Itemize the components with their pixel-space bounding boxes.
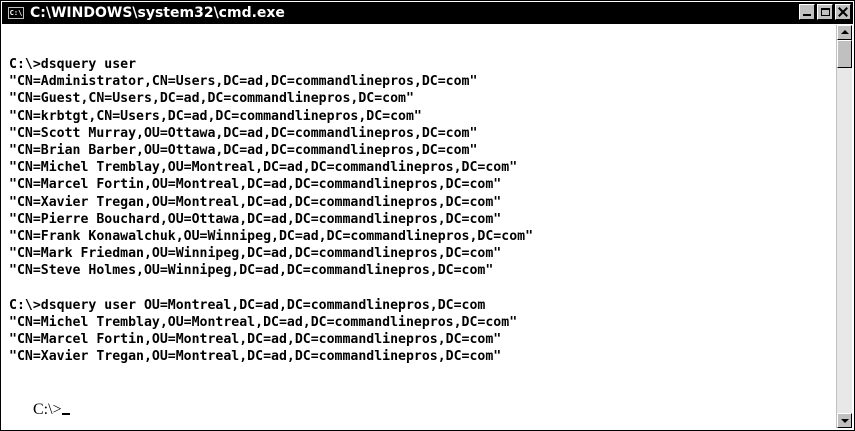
minimize-icon xyxy=(803,14,811,16)
console-line: "CN=Scott Murray,OU=Ottawa,DC=ad,DC=comm… xyxy=(9,125,478,141)
console-line: "CN=Frank Konawalchuk,OU=Winnipeg,DC=ad,… xyxy=(9,228,534,244)
console-line: "CN=Michel Tremblay,OU=Montreal,DC=ad,DC… xyxy=(9,160,518,176)
arrow-up-icon xyxy=(841,30,849,34)
console-output[interactable]: C:\>dsquery user "CN=Administrator,CN=Use… xyxy=(9,26,835,428)
console-line: "CN=Steve Holmes,OU=Winnipeg,DC=ad,DC=co… xyxy=(9,263,494,279)
console-line: "CN=Administrator,CN=Users,DC=ad,DC=comm… xyxy=(9,74,478,90)
window-title: C:\WINDOWS\system32\cmd.exe xyxy=(30,5,285,21)
close-button[interactable] xyxy=(835,4,851,20)
vertical-scrollbar[interactable] xyxy=(836,25,852,428)
maximize-icon xyxy=(820,8,830,16)
text-cursor xyxy=(61,412,70,415)
console-line: "CN=Xavier Tregan,OU=Montreal,DC=ad,DC=c… xyxy=(9,194,502,210)
close-icon xyxy=(838,7,848,17)
maximize-button[interactable] xyxy=(817,4,833,20)
console-line: "CN=Mark Friedman,OU=Winnipeg,DC=ad,DC=c… xyxy=(9,246,502,262)
minimize-button[interactable] xyxy=(799,4,815,20)
console-prompt-line: C:\> xyxy=(9,383,835,418)
console-line: "CN=Brian Barber,OU=Ottawa,DC=ad,DC=comm… xyxy=(9,142,478,158)
scroll-down-button[interactable] xyxy=(837,413,852,428)
cmd-window: C:\ C:\WINDOWS\system32\cmd.exe C:\>dsqu… xyxy=(0,0,855,431)
arrow-down-icon xyxy=(841,419,849,423)
console-line: C:\>dsquery user xyxy=(9,57,137,72)
console-line: "CN=Guest,CN=Users,DC=ad,DC=commandlinep… xyxy=(9,91,414,107)
console-lines: C:\>dsquery user "CN=Administrator,CN=Use… xyxy=(9,57,835,382)
console-line: "CN=Marcel Fortin,OU=Montreal,DC=ad,DC=c… xyxy=(9,332,502,347)
console-line: "CN=Marcel Fortin,OU=Montreal,DC=ad,DC=c… xyxy=(9,177,502,193)
caption-buttons xyxy=(799,4,851,22)
console-line: "CN=Michel Tremblay,OU=Montreal,DC=ad,DC… xyxy=(9,314,518,330)
console-prompt: C:\> xyxy=(33,400,62,418)
scroll-thumb[interactable] xyxy=(837,40,852,68)
console-line: "CN=Xavier Tregan,OU=Montreal,DC=ad,DC=c… xyxy=(9,349,502,365)
console-line: "CN=krbtgt,CN=Users,DC=ad,DC=commandline… xyxy=(9,108,422,124)
console-line: C:\>dsquery user OU=Montreal,DC=ad,DC=co… xyxy=(9,297,486,313)
scroll-up-button[interactable] xyxy=(837,25,852,40)
title-bar[interactable]: C:\ C:\WINDOWS\system32\cmd.exe xyxy=(2,2,853,24)
cmd-app-icon[interactable]: C:\ xyxy=(8,7,24,19)
console-line: "CN=Pierre Bouchard,OU=Ottawa,DC=ad,DC=c… xyxy=(9,211,502,227)
